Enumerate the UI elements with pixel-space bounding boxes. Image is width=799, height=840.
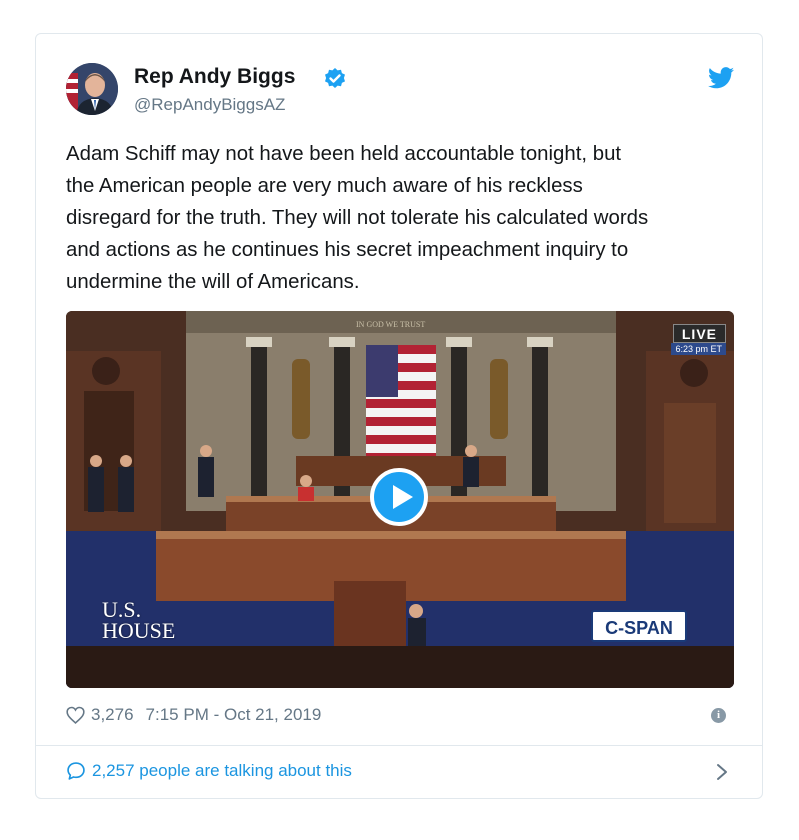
verified-badge-icon <box>325 68 345 88</box>
play-icon <box>393 485 413 509</box>
wall-inscription: IN GOD WE TRUST <box>356 320 425 329</box>
house-logo-line2: HOUSE <box>102 618 176 643</box>
chevron-right-icon[interactable] <box>716 763 728 781</box>
like-count[interactable]: 3,276 <box>91 705 134 725</box>
play-button[interactable] <box>370 468 428 526</box>
conversation-label[interactable]: 2,257 people are talking about this <box>92 761 352 781</box>
tweet-text-line: and actions as he continues his secret i… <box>66 239 629 261</box>
twitter-bird-icon[interactable] <box>708 67 734 89</box>
us-house-logo: U.S. HOUSE <box>98 596 204 644</box>
house-logo-line1: U.S. <box>102 597 142 622</box>
author-name[interactable]: Rep Andy Biggs <box>134 65 295 89</box>
cspan-logo: C-SPAN <box>591 610 687 642</box>
speech-bubble-icon <box>67 762 85 780</box>
conversation-link[interactable]: 2,257 people are talking about this <box>66 761 352 781</box>
live-badge: LIVE <box>672 324 726 343</box>
tweet-text-line: disregard for the truth. They will not t… <box>66 207 649 229</box>
video-player[interactable]: IN GOD WE TRUST LIVE 6:23 pm ET U.S. HOU… <box>66 311 734 688</box>
author-handle[interactable]: @RepAndyBiggsAZ <box>134 95 285 115</box>
tweet-text-line: Adam Schiff may not have been held accou… <box>66 143 622 165</box>
live-time: 6:23 pm ET <box>671 343 726 355</box>
info-icon[interactable]: i <box>711 708 726 723</box>
tweet-timestamp[interactable]: 7:15 PM - Oct 21, 2019 <box>146 705 322 725</box>
tweet-text: Adam Schiff may not have been held accou… <box>66 138 736 298</box>
heart-icon[interactable] <box>66 706 85 724</box>
tweet-text-line: the American people are very much aware … <box>66 175 583 197</box>
avatar[interactable] <box>66 63 118 115</box>
tweet-meta: 3,276 7:15 PM - Oct 21, 2019 <box>66 705 321 725</box>
tweet-text-line: undermine the will of Americans. <box>66 271 360 293</box>
tweet-card[interactable]: Rep Andy Biggs @RepAndyBiggsAZ Adam Schi… <box>35 33 763 799</box>
divider <box>36 745 762 746</box>
